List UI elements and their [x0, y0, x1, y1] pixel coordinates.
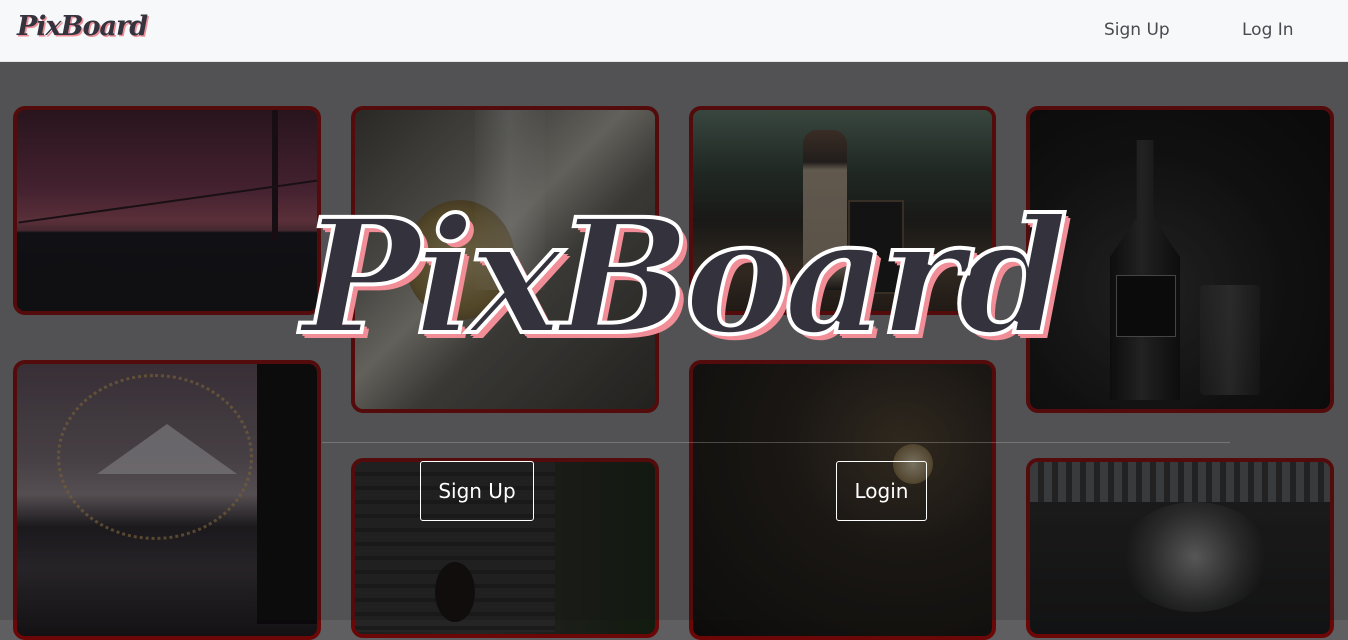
nav-login-link[interactable]: Log In: [1242, 20, 1294, 40]
navbar: PixBoard Sign Up Log In: [0, 0, 1348, 62]
hero-divider: [322, 442, 1230, 443]
brand-logo[interactable]: PixBoard: [17, 11, 148, 42]
hero-login-button[interactable]: Login: [836, 461, 927, 521]
nav-signup-link[interactable]: Sign Up: [1104, 20, 1170, 40]
hero-title: PixBoard: [300, 183, 1070, 372]
hero-signup-button[interactable]: Sign Up: [420, 461, 534, 521]
